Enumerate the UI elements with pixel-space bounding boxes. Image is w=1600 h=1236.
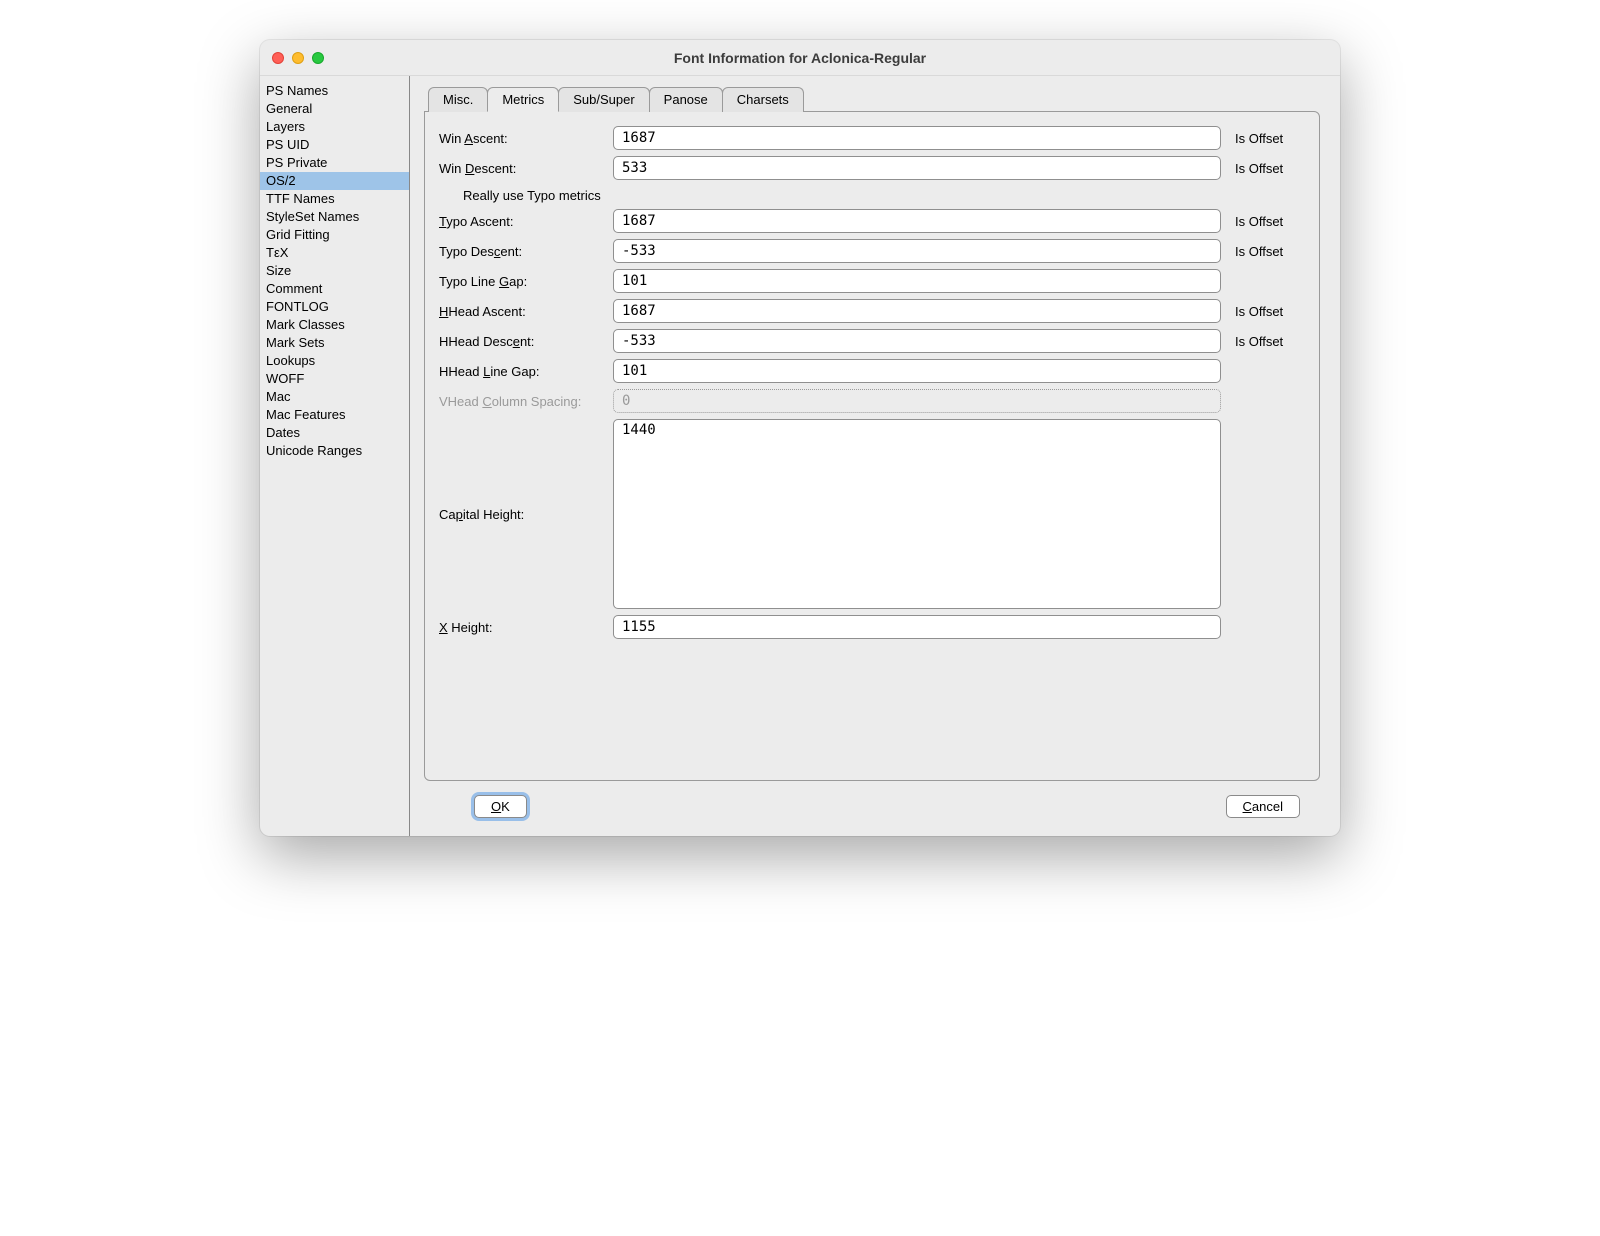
sidebar-item-ttf-names[interactable]: TTF Names (260, 190, 409, 208)
win-descent-input[interactable] (613, 156, 1221, 180)
win-descent-label: Win Descent: (437, 161, 607, 176)
is-offset-label[interactable]: Is Offset (1227, 304, 1307, 319)
typo-line-gap-input[interactable] (613, 269, 1221, 293)
sidebar-item-styleset-names[interactable]: StyleSet Names (260, 208, 409, 226)
sidebar-item-mark-sets[interactable]: Mark Sets (260, 334, 409, 352)
sidebar-item-woff[interactable]: WOFF (260, 370, 409, 388)
tab-metrics[interactable]: Metrics (487, 87, 559, 112)
sidebar-item-unicode-ranges[interactable]: Unicode Ranges (260, 442, 409, 460)
hhead-descent-label: HHead Descent: (437, 334, 607, 349)
tab-charsets[interactable]: Charsets (722, 87, 804, 112)
sidebar-item-ps-names[interactable]: PS Names (260, 82, 409, 100)
sidebar-item-mark-classes[interactable]: Mark Classes (260, 316, 409, 334)
typo-line-gap-label: Typo Line Gap: (437, 274, 607, 289)
hhead-line-gap-label: HHead Line Gap: (437, 364, 607, 379)
tab-sub-super[interactable]: Sub/Super (558, 87, 649, 112)
hhead-descent-input[interactable] (613, 329, 1221, 353)
sidebar-item-mac[interactable]: Mac (260, 388, 409, 406)
sidebar-item-mac-features[interactable]: Mac Features (260, 406, 409, 424)
typo-ascent-label: Typo Ascent: (437, 214, 607, 229)
is-offset-label[interactable]: Is Offset (1227, 334, 1307, 349)
is-offset-label[interactable]: Is Offset (1227, 214, 1307, 229)
close-icon[interactable] (272, 52, 284, 64)
sidebar-item-ps-private[interactable]: PS Private (260, 154, 409, 172)
typo-descent-label: Typo Descent: (437, 244, 607, 259)
ok-button[interactable]: OK (474, 795, 527, 818)
is-offset-label[interactable]: Is Offset (1227, 244, 1307, 259)
sidebar-item-dates[interactable]: Dates (260, 424, 409, 442)
vhead-col-spacing-input (613, 389, 1221, 413)
sidebar-item-fontlog[interactable]: FONTLOG (260, 298, 409, 316)
sidebar-item-general[interactable]: General (260, 100, 409, 118)
capital-height-label: Capital Height: (437, 507, 607, 522)
capital-height-input[interactable]: 1440 (613, 419, 1221, 609)
tab-bar: Misc.MetricsSub/SuperPanoseCharsets (428, 86, 1320, 111)
tab-misc-[interactable]: Misc. (428, 87, 488, 112)
vhead-col-spacing-label: VHead Column Spacing: (437, 394, 607, 409)
window-title: Font Information for Aclonica-Regular (272, 50, 1328, 66)
dialog-footer: OK Cancel (424, 781, 1320, 836)
hhead-line-gap-input[interactable] (613, 359, 1221, 383)
titlebar: Font Information for Aclonica-Regular (260, 40, 1340, 76)
really-use-typo-label[interactable]: Really use Typo metrics (437, 186, 1307, 209)
win-ascent-input[interactable] (613, 126, 1221, 150)
sidebar-item-ps-uid[interactable]: PS UID (260, 136, 409, 154)
category-sidebar: PS NamesGeneralLayersPS UIDPS PrivateOS/… (260, 76, 410, 836)
metrics-panel: Win Ascent: Is Offset Win Descent: Is Of… (424, 111, 1320, 781)
sidebar-item-comment[interactable]: Comment (260, 280, 409, 298)
sidebar-item-size[interactable]: Size (260, 262, 409, 280)
sidebar-item-grid-fitting[interactable]: Grid Fitting (260, 226, 409, 244)
sidebar-item-layers[interactable]: Layers (260, 118, 409, 136)
is-offset-label[interactable]: Is Offset (1227, 131, 1307, 146)
main-panel: Misc.MetricsSub/SuperPanoseCharsets Win … (410, 76, 1340, 836)
sidebar-item-os-2[interactable]: OS/2 (260, 172, 409, 190)
x-height-label: X Height: (437, 620, 607, 635)
typo-descent-input[interactable] (613, 239, 1221, 263)
is-offset-label[interactable]: Is Offset (1227, 161, 1307, 176)
minimize-icon[interactable] (292, 52, 304, 64)
x-height-input[interactable] (613, 615, 1221, 639)
sidebar-item-lookups[interactable]: Lookups (260, 352, 409, 370)
tab-panose[interactable]: Panose (649, 87, 723, 112)
sidebar-item-t-x[interactable]: TεX (260, 244, 409, 262)
window-controls (272, 52, 324, 64)
win-ascent-label: Win Ascent: (437, 131, 607, 146)
zoom-icon[interactable] (312, 52, 324, 64)
font-info-window: Font Information for Aclonica-Regular PS… (260, 40, 1340, 836)
cancel-button[interactable]: Cancel (1226, 795, 1300, 818)
hhead-ascent-label: HHead Ascent: (437, 304, 607, 319)
typo-ascent-input[interactable] (613, 209, 1221, 233)
hhead-ascent-input[interactable] (613, 299, 1221, 323)
